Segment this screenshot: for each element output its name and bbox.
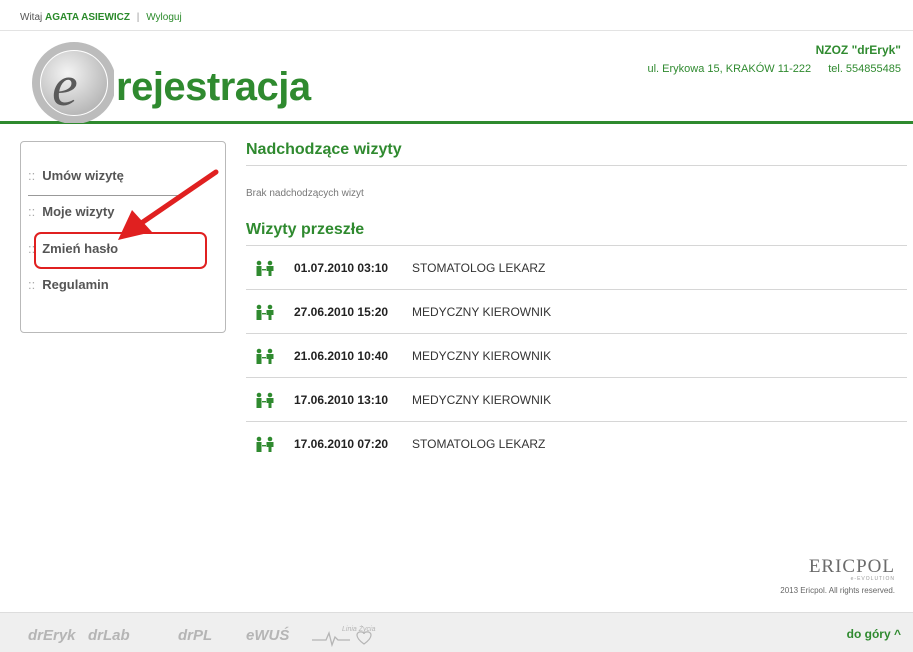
list-item: 17.06.2010 07:20 STOMATOLOG LEKARZ (246, 422, 907, 466)
logout-link[interactable]: Wyloguj (146, 12, 181, 23)
doctor-patient-icon (256, 304, 274, 320)
copyright-text: 2013 Ericpol. All rights reserved. (780, 586, 895, 595)
past-visits-title: Wizyty przeszłe (246, 221, 907, 246)
list-item: 27.06.2010 15:20 MEDYCZNY KIEROWNIK (246, 290, 907, 334)
doctor-patient-icon (256, 436, 274, 452)
ewus-logo[interactable]: eWUŚ (246, 627, 289, 644)
doctor-patient-icon (256, 260, 274, 276)
red-arrow-icon (118, 169, 219, 240)
visit-doctor: STOMATOLOG LEKARZ (412, 437, 546, 451)
drlab-logo[interactable]: drLab (88, 627, 130, 644)
linia-zycia-label: Linia Życia (342, 626, 376, 633)
back-to-top-link[interactable]: do góry ^ (847, 627, 901, 641)
separator: | (136, 12, 140, 23)
app-logo-text: rejestracja (116, 65, 311, 109)
list-item: 21.06.2010 10:40 MEDYCZNY KIEROWNIK (246, 334, 907, 378)
e-logo-icon: e (32, 42, 114, 123)
dreryk-logo[interactable]: drEryk (28, 627, 76, 644)
bullet-dots: :: (28, 204, 36, 219)
visit-datetime: 17.06.2010 07:20 (294, 437, 389, 451)
sidebar-item-label: Regulamin (42, 277, 109, 292)
clinic-phone: tel. 554855485 (828, 63, 901, 75)
ericpol-logo: ERICPOL (808, 556, 895, 577)
doctor-patient-icon (256, 348, 274, 364)
bullet-dots: :: (28, 277, 36, 292)
visit-datetime: 01.07.2010 03:10 (294, 261, 389, 275)
main-content: Nadchodzące wizyty Brak nadchodzących wi… (246, 141, 907, 466)
user-name: AGATA ASIEWICZ (45, 12, 131, 23)
visit-doctor: MEDYCZNY KIEROWNIK (412, 349, 552, 363)
list-item: 01.07.2010 03:10 STOMATOLOG LEKARZ (246, 246, 907, 290)
visit-doctor: MEDYCZNY KIEROWNIK (412, 305, 552, 319)
upcoming-empty-message: Brak nadchodzących wizyt (246, 188, 364, 199)
sidebar-item-terms[interactable]: :: Regulamin (28, 277, 188, 292)
list-item: 17.06.2010 13:10 MEDYCZNY KIEROWNIK (246, 378, 907, 422)
visit-datetime: 17.06.2010 13:10 (294, 393, 389, 407)
ericpol-branding: ERICPOL e-EVOLUTION 2013 Ericpol. All ri… (780, 556, 895, 595)
clinic-name: NZOZ "drEryk" (815, 43, 901, 57)
past-visits-list: 01.07.2010 03:10 STOMATOLOG LEKARZ 27.06… (246, 246, 907, 466)
clinic-address: ul. Erykowa 15, KRAKÓW 11-222 (647, 63, 812, 75)
bullet-dots: :: (28, 168, 36, 183)
upcoming-visits-title: Nadchodzące wizyty (246, 141, 907, 166)
visit-doctor: STOMATOLOG LEKARZ (412, 261, 546, 275)
doctor-patient-icon (256, 392, 274, 408)
drpl-logo[interactable]: drPL (178, 627, 212, 644)
svg-text:e: e (52, 53, 78, 118)
greeting-text: Witaj (20, 12, 43, 23)
visit-doctor: MEDYCZNY KIEROWNIK (412, 393, 552, 407)
bottom-bar: drEryk drLab drPL eWUŚ Linia Życia do gó… (0, 612, 913, 652)
visit-datetime: 27.06.2010 15:20 (294, 305, 389, 319)
clinic-contact: ul. Erykowa 15, KRAKÓW 11-222 tel. 55485… (647, 63, 901, 75)
linia-zycia-logo[interactable]: Linia Życia (312, 626, 382, 648)
visit-datetime: 21.06.2010 10:40 (294, 349, 389, 363)
page-header: e rejestracja NZOZ "drEryk" ul. Erykowa … (0, 31, 913, 124)
top-user-bar: Witaj AGATA ASIEWICZ | Wyloguj (0, 0, 913, 31)
